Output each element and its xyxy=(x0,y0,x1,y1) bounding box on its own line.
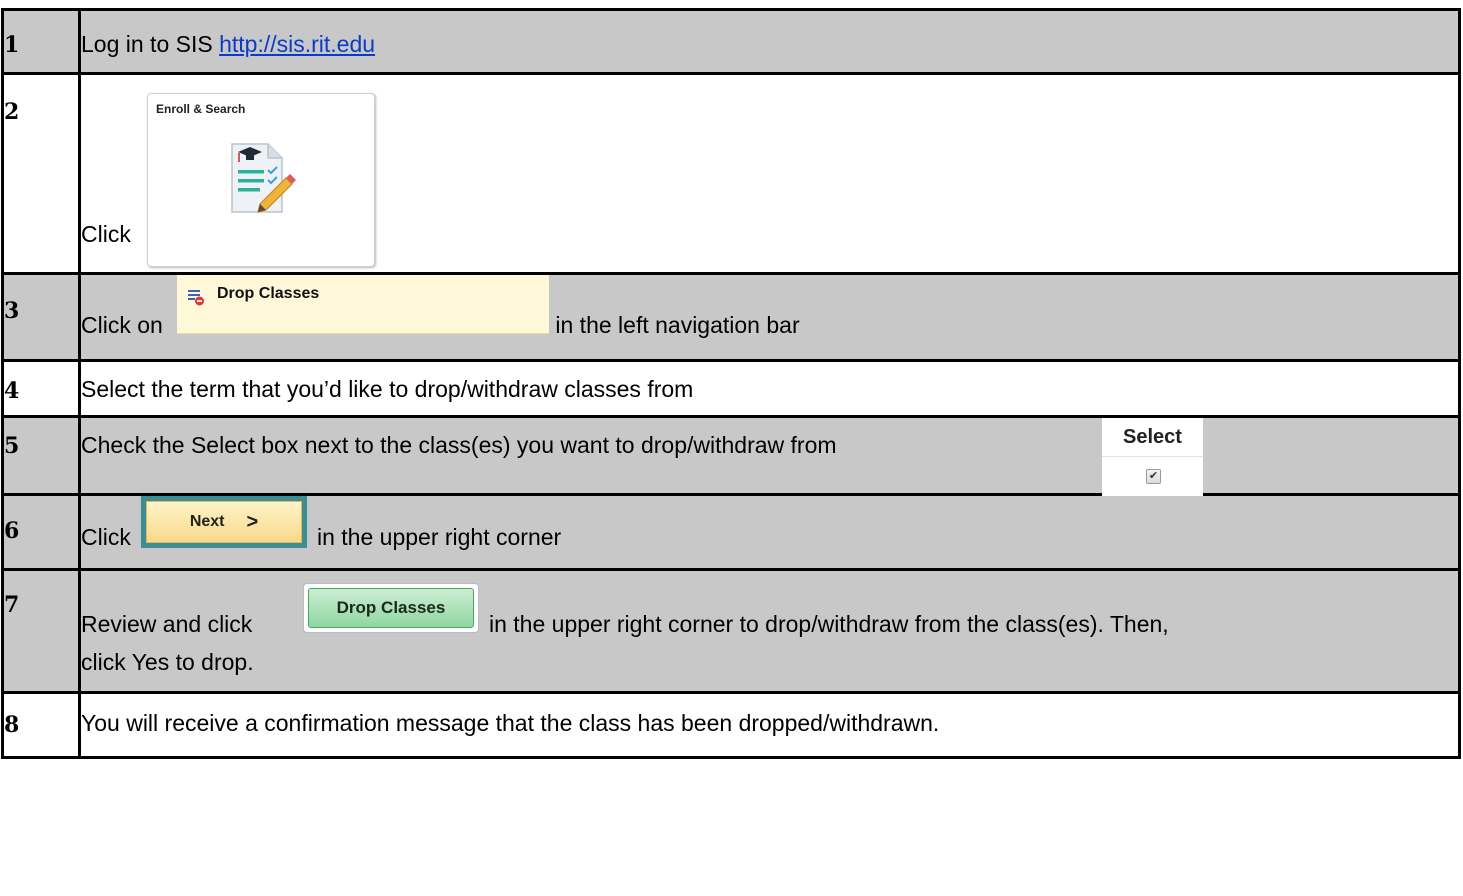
step-content: Review and click Drop Classes in the upp… xyxy=(78,568,1461,694)
steps-table: 1 Log in to SIS http://sis.rit.edu 2 Cli… xyxy=(1,8,1461,759)
step-text: Check the Select box next to the class(e… xyxy=(81,432,837,458)
step-text: Click xyxy=(81,524,131,550)
step-text: Select the term that you’d like to drop/… xyxy=(78,359,1461,418)
step-row-7: 7 Review and click Drop Classes in the u… xyxy=(1,568,1461,694)
step-text: Review and click xyxy=(81,611,253,637)
step-number: 3 xyxy=(1,272,81,362)
step-number: 6 xyxy=(1,493,81,571)
step-row-3: 3 Click on Drop Classes in the left navi… xyxy=(1,272,1461,362)
enroll-search-document-icon xyxy=(231,143,296,213)
step-number: 1 xyxy=(1,8,81,75)
drop-classes-icon xyxy=(188,290,204,306)
step-content: Check the Select box next to the class(e… xyxy=(78,415,1461,496)
select-column-snippet: Select ✔ xyxy=(1102,418,1203,496)
step-text: Click xyxy=(81,221,131,247)
select-checkbox[interactable]: ✔ xyxy=(1146,469,1161,484)
step-number: 4 xyxy=(1,359,81,418)
enroll-search-tile[interactable]: Enroll & Search xyxy=(147,93,375,267)
step-text-continued: in the upper right corner xyxy=(317,524,562,550)
select-column-header: Select xyxy=(1102,418,1203,457)
next-button[interactable]: Next > xyxy=(141,496,307,548)
step-content: Click on Drop Classes in the left naviga… xyxy=(78,272,1461,362)
step-content: Log in to SIS http://sis.rit.edu xyxy=(78,8,1461,75)
step-text: You will receive a confirmation message … xyxy=(78,691,1461,759)
step-content: Click Enroll & Search xyxy=(78,72,1461,275)
step-text: Log in to SIS xyxy=(81,31,220,57)
step-number: 2 xyxy=(1,72,81,275)
drop-classes-nav-item[interactable]: Drop Classes xyxy=(177,275,549,334)
step-content: Click Next > in the upper right corner xyxy=(78,493,1461,571)
step-row-1: 1 Log in to SIS http://sis.rit.edu xyxy=(1,8,1461,75)
step-row-2: 2 Click Enroll & Search xyxy=(1,72,1461,275)
step-number: 5 xyxy=(1,415,81,496)
step-number: 7 xyxy=(1,568,81,694)
step-row-5: 5 Check the Select box next to the class… xyxy=(1,415,1461,496)
drop-classes-button-label: Drop Classes xyxy=(308,588,474,628)
step-text-continued: in the left navigation bar xyxy=(549,312,800,338)
drop-classes-button[interactable]: Drop Classes xyxy=(303,583,479,633)
chevron-right-icon: > xyxy=(246,510,259,533)
step-number: 8 xyxy=(1,691,81,759)
step-text-continued: in the upper right corner to drop/withdr… xyxy=(489,611,1169,637)
step-row-4: 4 Select the term that you’d like to dro… xyxy=(1,359,1461,418)
step-text-line2: click Yes to drop. xyxy=(81,649,254,675)
top-cut-off-heading xyxy=(0,0,1463,6)
step-text: Click on xyxy=(81,312,163,338)
step-row-8: 8 You will receive a confirmation messag… xyxy=(1,691,1461,759)
tile-title: Enroll & Search xyxy=(156,102,246,116)
step-row-6: 6 Click Next > in the upper right corner xyxy=(1,493,1461,571)
nav-label: Drop Classes xyxy=(217,285,320,302)
sis-link[interactable]: http://sis.rit.edu xyxy=(219,31,375,57)
next-button-label: Next xyxy=(189,513,225,530)
